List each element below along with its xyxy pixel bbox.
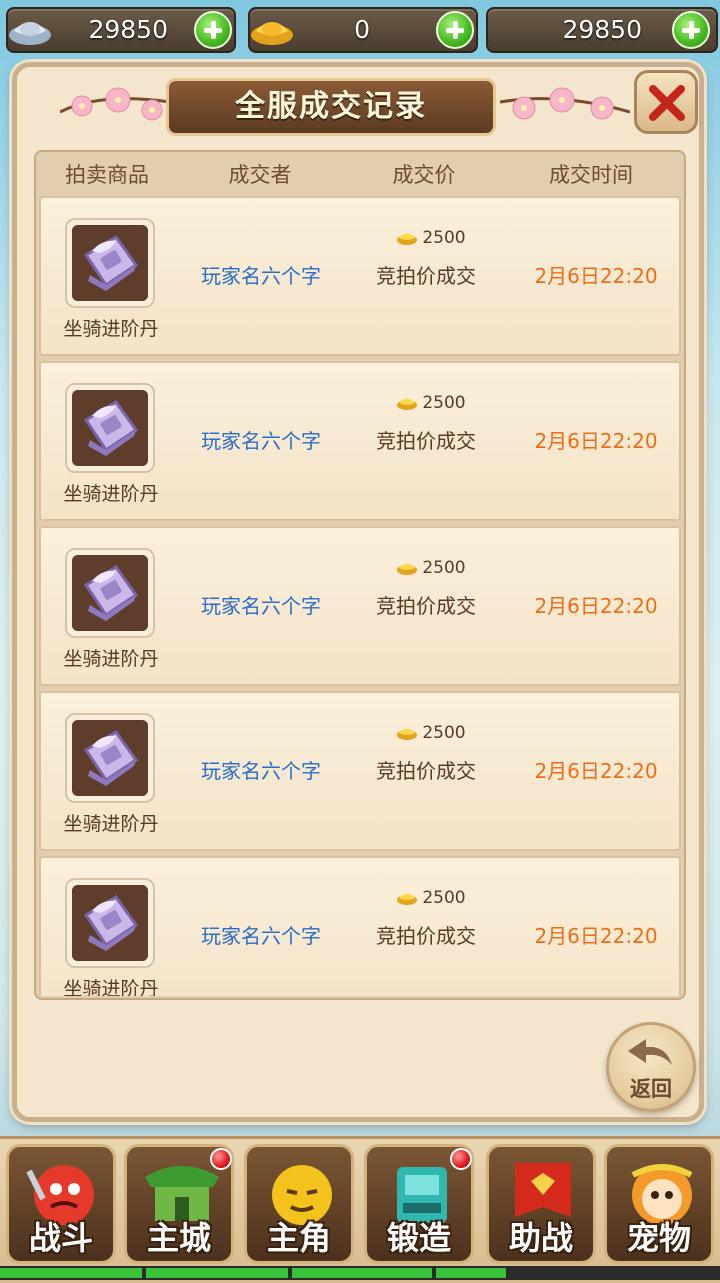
mount-advance-pill-icon xyxy=(72,555,148,631)
record-row[interactable]: 坐骑进阶丹 玩家名六个字 2500 竞拍价成交 2月6日22:20 xyxy=(39,691,681,851)
column-header-item: 拍卖商品 xyxy=(65,163,149,187)
back-arrow-icon xyxy=(628,1039,672,1065)
item-slot[interactable] xyxy=(65,548,155,638)
record-row[interactable]: 坐骑进阶丹 玩家名六个字 2500 竞拍价成交 2月6日22:20 xyxy=(39,526,681,686)
item-name: 坐骑进阶丹 xyxy=(63,483,159,505)
nav-battle[interactable]: 战斗 xyxy=(6,1144,116,1264)
item-name: 坐骑进阶丹 xyxy=(63,978,159,996)
back-button[interactable]: 返回 xyxy=(606,1022,696,1112)
add-third-currency-button[interactable] xyxy=(672,11,710,49)
record-row[interactable]: 坐骑进阶丹 玩家名六个字 2500 竞拍价成交 2月6日22:20 xyxy=(39,856,681,996)
blossom-right-decoration xyxy=(500,87,630,120)
deal-time: 2月6日22:20 xyxy=(534,759,658,783)
add-gold-button[interactable] xyxy=(436,11,474,49)
deal-type: 竞拍价成交 xyxy=(376,759,476,783)
deal-time: 2月6日22:20 xyxy=(534,429,658,453)
progress-segment xyxy=(146,1268,288,1278)
item-slot[interactable] xyxy=(65,383,155,473)
price-value: 2500 xyxy=(422,888,466,908)
buyer-name[interactable]: 玩家名六个字 xyxy=(191,260,331,289)
gold-ingot-icon xyxy=(397,398,418,410)
mount-advance-pill-icon xyxy=(72,720,148,796)
nav-hero[interactable]: 主角 xyxy=(244,1144,354,1264)
notification-badge xyxy=(450,1148,472,1170)
nav-label: 主角 xyxy=(266,1219,331,1257)
nav-label: 主城 xyxy=(146,1219,211,1257)
close-icon xyxy=(649,85,685,121)
deal-time: 2月6日22:20 xyxy=(534,594,658,618)
blossom-left-decoration xyxy=(60,87,170,121)
close-button[interactable] xyxy=(634,70,698,134)
gold-amount: 0 xyxy=(354,15,370,44)
panel-title: 全服成交记录 xyxy=(166,78,496,136)
deal-price: 2500 xyxy=(371,228,491,254)
back-label: 返回 xyxy=(630,1077,672,1101)
deal-price: 2500 xyxy=(371,558,491,584)
silver-amount: 29850 xyxy=(88,15,168,44)
third-amount: 29850 xyxy=(562,15,642,44)
nav-assist[interactable]: 助战 xyxy=(486,1144,596,1264)
item-name: 坐骑进阶丹 xyxy=(63,318,159,340)
price-value: 2500 xyxy=(422,723,466,743)
mount-advance-pill-icon xyxy=(72,390,148,466)
gold-ingot-icon xyxy=(397,563,418,575)
buyer-name[interactable]: 玩家名六个字 xyxy=(191,755,331,784)
nav-label: 助战 xyxy=(508,1219,573,1257)
bottom-progress-strip xyxy=(0,1266,720,1280)
nav-label: 战斗 xyxy=(28,1219,93,1257)
column-header-price: 成交价 xyxy=(392,163,456,187)
notification-badge xyxy=(210,1148,232,1170)
deal-price: 2500 xyxy=(371,723,491,749)
deal-type: 竞拍价成交 xyxy=(376,429,476,453)
price-value: 2500 xyxy=(422,228,466,248)
progress-segment xyxy=(292,1268,432,1278)
gold-currency: 0 xyxy=(248,7,478,53)
item-slot[interactable] xyxy=(65,218,155,308)
record-list[interactable]: 坐骑进阶丹 玩家名六个字 2500 竞拍价成交 2月6日22:20 坐骑进阶丹 玩家名六个字… xyxy=(39,196,681,996)
deal-price: 2500 xyxy=(371,393,491,419)
gold-ingot-icon xyxy=(251,22,293,45)
column-header-time: 成交时间 xyxy=(549,163,633,187)
add-silver-button[interactable] xyxy=(194,11,232,49)
price-value: 2500 xyxy=(422,558,466,578)
gold-ingot-icon xyxy=(397,728,418,740)
item-name: 坐骑进阶丹 xyxy=(63,648,159,670)
deal-time: 2月6日22:20 xyxy=(534,264,658,288)
mount-advance-pill-icon xyxy=(72,225,148,301)
currency-bar: 29850 0 29850 xyxy=(0,0,720,58)
trade-record-table: 拍卖商品 成交者 成交价 成交时间 坐骑进阶丹 玩家名六个字 2500 竞拍价成交 2月… xyxy=(34,150,686,1000)
record-row[interactable]: 坐骑进阶丹 玩家名六个字 2500 竞拍价成交 2月6日22:20 xyxy=(39,196,681,356)
silver-currency: 29850 xyxy=(6,7,236,53)
gold-ingot-icon xyxy=(397,893,418,905)
nav-pet[interactable]: 宠物 xyxy=(604,1144,714,1264)
third-currency: 29850 xyxy=(486,7,718,53)
deal-type: 竞拍价成交 xyxy=(376,594,476,618)
buyer-name[interactable]: 玩家名六个字 xyxy=(191,920,331,949)
item-slot[interactable] xyxy=(65,878,155,968)
nav-label: 宠物 xyxy=(626,1219,691,1257)
silver-ingot-icon xyxy=(9,22,51,45)
record-row[interactable]: 坐骑进阶丹 玩家名六个字 2500 竞拍价成交 2月6日22:20 xyxy=(39,361,681,521)
deal-type: 竞拍价成交 xyxy=(376,924,476,948)
progress-segment xyxy=(436,1268,506,1278)
buyer-name[interactable]: 玩家名六个字 xyxy=(191,590,331,619)
mount-advance-pill-icon xyxy=(72,885,148,961)
table-header: 拍卖商品 成交者 成交价 成交时间 xyxy=(36,152,684,196)
price-value: 2500 xyxy=(422,393,466,413)
deal-time: 2月6日22:20 xyxy=(534,924,658,948)
item-slot[interactable] xyxy=(65,713,155,803)
item-name: 坐骑进阶丹 xyxy=(63,813,159,835)
gold-ingot-icon xyxy=(397,233,418,245)
deal-type: 竞拍价成交 xyxy=(376,264,476,288)
column-header-buyer: 成交者 xyxy=(228,163,292,187)
nav-label: 锻造 xyxy=(386,1219,451,1257)
progress-segment xyxy=(0,1268,142,1278)
buyer-name[interactable]: 玩家名六个字 xyxy=(191,425,331,454)
deal-price: 2500 xyxy=(371,888,491,914)
